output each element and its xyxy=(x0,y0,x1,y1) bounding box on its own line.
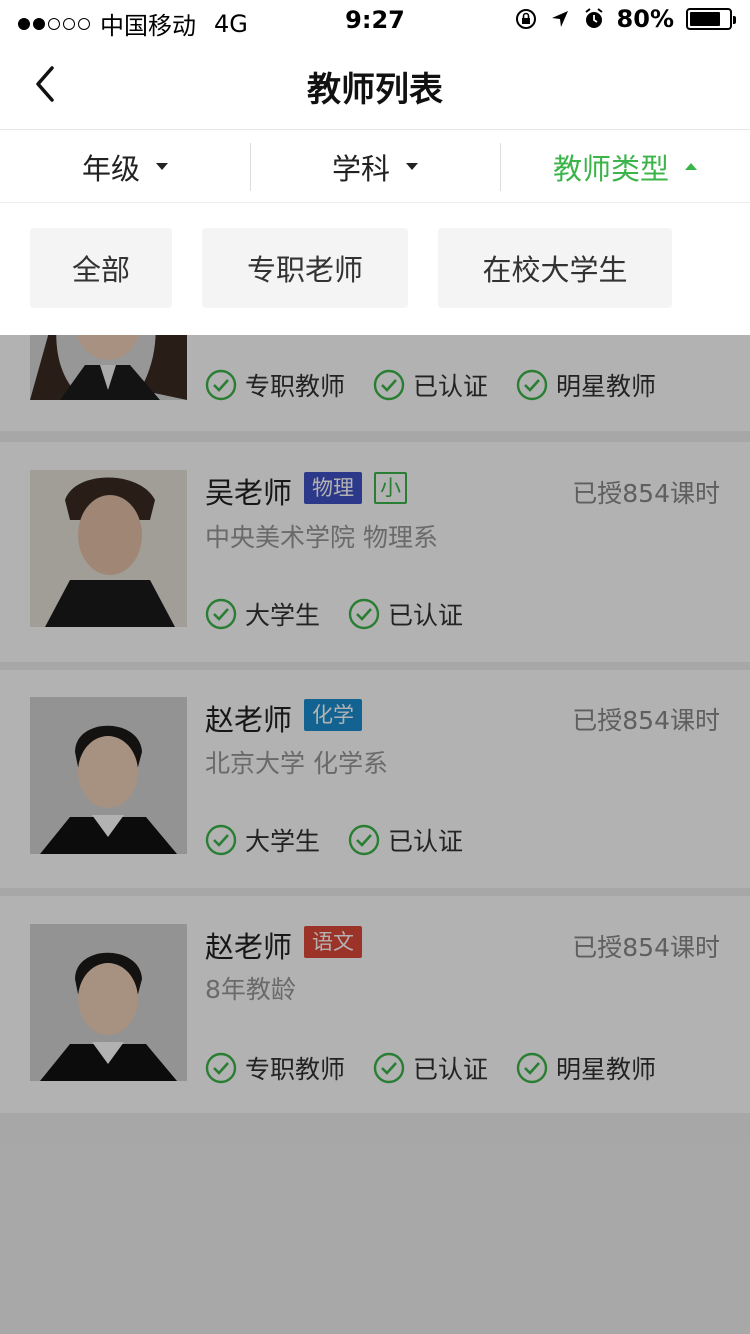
filter-teacher-type[interactable]: 教师类型 xyxy=(500,131,750,202)
option-all[interactable]: 全部 xyxy=(30,228,172,308)
option-college-student[interactable]: 在校大学生 xyxy=(438,228,672,308)
caret-down-icon xyxy=(156,163,168,170)
battery-percent: 80% xyxy=(616,5,674,33)
filter-grade-label: 年级 xyxy=(81,151,140,186)
page-title: 教师列表 xyxy=(307,70,443,110)
status-right: 80% xyxy=(515,5,736,33)
caret-down-icon xyxy=(406,163,418,170)
battery-level xyxy=(690,12,721,26)
filter-teacher-type-label: 教师类型 xyxy=(552,151,669,186)
rotation-lock-icon xyxy=(515,8,537,30)
filter-grade[interactable]: 年级 xyxy=(0,131,250,202)
filter-bar: 年级 学科 教师类型 xyxy=(0,131,750,203)
filter-subject[interactable]: 学科 xyxy=(250,131,500,202)
caret-up-icon xyxy=(685,163,697,170)
nav-bar: 教师列表 xyxy=(0,40,750,130)
option-fulltime[interactable]: 专职老师 xyxy=(202,228,408,308)
dropdown-backdrop[interactable] xyxy=(0,335,750,1334)
status-bar: 中国移动 4G 9:27 80% xyxy=(0,0,750,40)
battery-icon xyxy=(686,8,736,30)
filter-subject-label: 学科 xyxy=(331,151,390,186)
teacher-type-options: 全部 专职老师 在校大学生 xyxy=(0,204,750,335)
alarm-icon xyxy=(583,8,605,30)
location-arrow-icon xyxy=(549,8,571,30)
